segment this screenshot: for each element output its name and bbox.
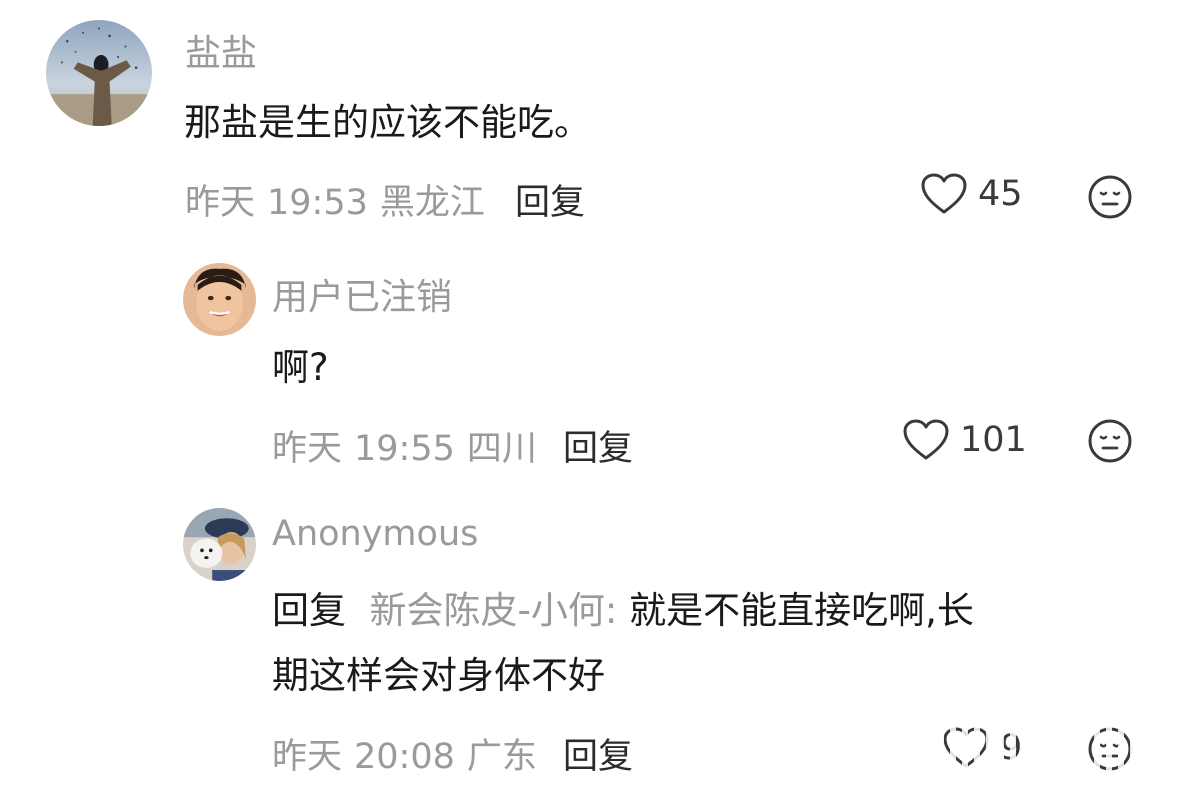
comment-text: 啊? — [272, 346, 329, 389]
username[interactable]: 用户已注销 — [272, 268, 452, 320]
reply-prefix: 回复 — [272, 589, 346, 632]
comment-meta: 昨天 20:08 广东 — [272, 728, 549, 779]
comment-location: 四川 — [466, 429, 537, 469]
avatar[interactable] — [183, 508, 256, 581]
comment-text-line1: 就是不能直接吃啊,长 — [629, 589, 974, 632]
like-button[interactable]: 101 — [902, 418, 1027, 462]
like-count: 9 — [1000, 728, 1023, 768]
reply-target-username[interactable]: 新会陈皮-小何: — [370, 589, 618, 632]
comment-text: 那盐是生的应该不能吃。 — [184, 101, 591, 144]
username[interactable]: 盐盐 — [185, 24, 257, 76]
heart-outline-icon — [943, 727, 989, 768]
like-button[interactable]: 45 — [920, 172, 1023, 216]
face-neutral-icon[interactable] — [1087, 418, 1133, 464]
comment-time: 20:08 — [354, 737, 455, 777]
face-neutral-icon[interactable] — [1087, 174, 1133, 220]
like-count: 101 — [960, 420, 1027, 460]
like-button[interactable]: 9 — [942, 726, 1022, 770]
watermark-overlay — [860, 722, 1200, 801]
comment-date: 昨天 — [185, 183, 256, 223]
reply-button[interactable]: 回复 — [563, 728, 633, 779]
comment-date: 昨天 — [272, 737, 343, 777]
comment-date: 昨天 — [272, 429, 343, 469]
comment-location: 黑龙江 — [379, 183, 485, 223]
avatar[interactable] — [183, 263, 256, 336]
comment-meta: 昨天 19:55 四川 — [272, 420, 549, 471]
reply-button[interactable]: 回复 — [563, 420, 633, 471]
avatar[interactable] — [46, 20, 152, 126]
heart-outline-icon — [903, 419, 949, 460]
reply-button[interactable]: 回复 — [515, 174, 585, 225]
comment-thread: 盐盐 那盐是生的应该不能吃。 昨天 19:53 黑龙江 回复 45 用户已注销 … — [0, 0, 1200, 801]
heart-outline-icon — [921, 173, 967, 214]
like-count: 45 — [978, 174, 1023, 214]
comment-time: 19:53 — [267, 183, 368, 223]
comment-text: 回复 新会陈皮-小何: 就是不能直接吃啊,长 — [272, 580, 974, 642]
username[interactable]: Anonymous — [272, 514, 478, 554]
comment-location: 广东 — [466, 737, 537, 777]
face-neutral-icon[interactable] — [1087, 726, 1133, 772]
comment-text-line2: 期这样会对身体不好 — [272, 654, 605, 697]
comment-meta: 昨天 19:53 黑龙江 — [185, 174, 497, 225]
comment-time: 19:55 — [354, 429, 455, 469]
